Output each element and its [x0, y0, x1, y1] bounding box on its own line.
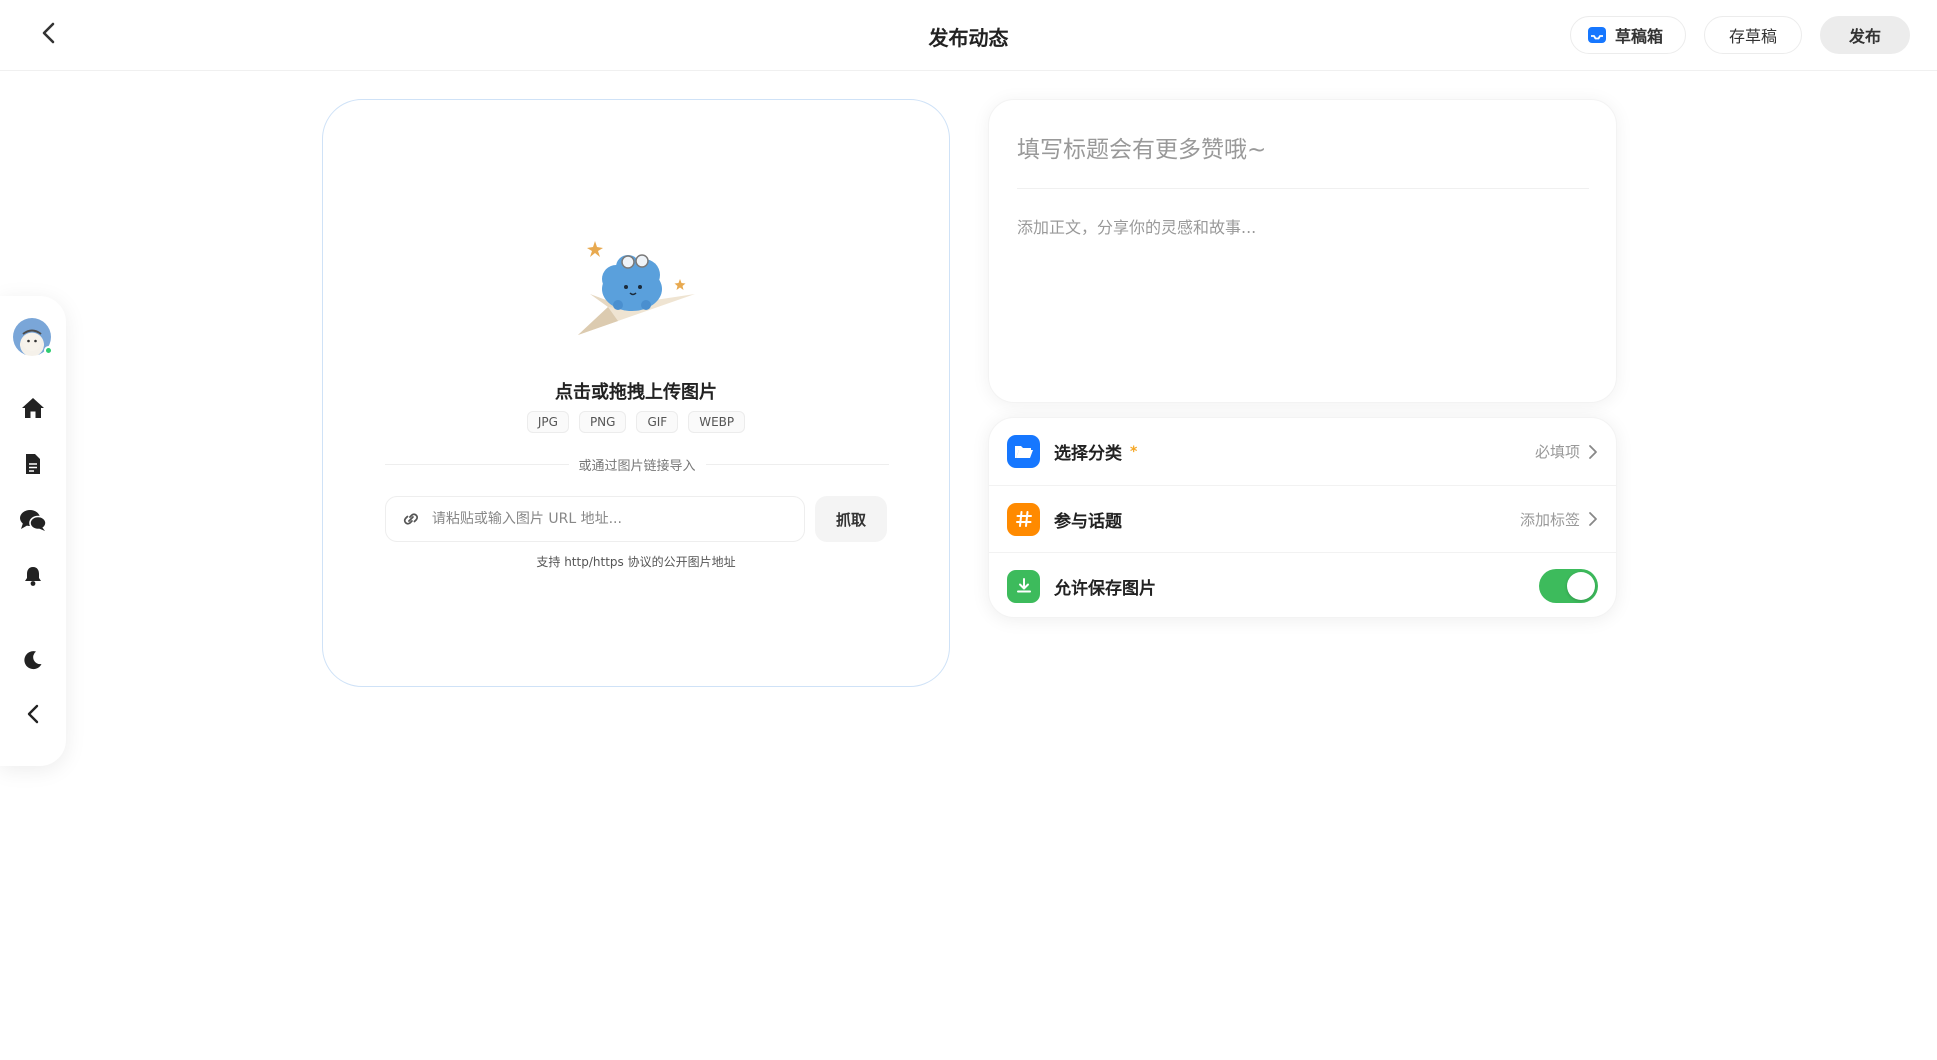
divider-line: [385, 464, 569, 465]
paper-plane-cloud-mascot-icon: [578, 241, 695, 335]
url-import-row: 抓取: [385, 496, 887, 542]
format-badge: PNG: [578, 411, 627, 433]
drafts-label: 草稿箱: [1614, 27, 1663, 46]
sidebar: [0, 296, 66, 766]
url-hint: 支持 http/https 协议的公开图片地址: [536, 555, 736, 569]
sidebar-item-home[interactable]: [13, 388, 53, 428]
download-icon: [1007, 569, 1040, 603]
supported-formats: JPG PNG GIF WEBP: [323, 411, 949, 433]
category-placeholder: 必填项: [1534, 443, 1580, 461]
format-badge: WEBP: [688, 411, 746, 433]
sidebar-item-document[interactable]: [13, 444, 53, 484]
allow-save-image-row: 允许保存图片: [989, 552, 1616, 617]
bell-icon: [25, 567, 41, 586]
home-icon: [22, 398, 44, 418]
editor-divider: [1017, 188, 1589, 189]
category-value: 必填项: [1535, 441, 1598, 462]
join-topic-row[interactable]: 参与话题 添加标签: [989, 485, 1616, 552]
sidebar-item-collapse[interactable]: [13, 694, 53, 734]
chevron-left-icon: [27, 704, 39, 724]
link-icon: [403, 513, 418, 525]
allow-save-image-toggle[interactable]: [1539, 569, 1598, 603]
save-draft-button[interactable]: 存草稿: [1703, 16, 1802, 54]
format-badge: JPG: [526, 411, 569, 433]
divider-line: [705, 464, 890, 465]
select-category-row[interactable]: 选择分类 * 必填项: [989, 418, 1616, 485]
chat-icon: [20, 510, 47, 531]
post-options-card: 选择分类 * 必填项 参与话题 添加标签 允许保存图片: [988, 417, 1617, 618]
publish-button[interactable]: 发布: [1819, 16, 1910, 54]
hashtag-icon: [1007, 502, 1040, 536]
topic-label: 参与话题: [1054, 511, 1122, 532]
folder-icon: [1007, 435, 1040, 468]
image-url-field[interactable]: [385, 496, 805, 542]
category-label: 选择分类: [1054, 444, 1122, 464]
url-import-divider: 或通过图片链接导入: [385, 455, 890, 474]
inbox-icon: [1587, 27, 1606, 43]
moon-icon: [24, 651, 42, 670]
document-icon: [26, 454, 40, 474]
avatar[interactable]: [13, 318, 53, 356]
topic-value: 添加标签: [1520, 509, 1598, 530]
image-upload-dropzone[interactable]: 点击或拖拽上传图片 JPG PNG GIF WEBP 或通过图片链接导入 抓取 …: [322, 99, 950, 687]
save-image-label: 允许保存图片: [1054, 578, 1156, 599]
topic-placeholder: 添加标签: [1519, 510, 1580, 529]
drafts-button[interactable]: 草稿箱: [1569, 16, 1686, 54]
chevron-right-icon: [1589, 444, 1597, 459]
post-editor-card: [988, 99, 1617, 403]
top-bar: 发布动态 草稿箱 存草稿 发布: [0, 0, 1937, 71]
top-actions: 草稿箱 存草稿 发布: [1569, 16, 1910, 54]
image-url-input[interactable]: [431, 511, 790, 527]
upload-title: 点击或拖拽上传图片: [555, 382, 717, 403]
sidebar-item-messages[interactable]: [13, 500, 53, 540]
divider-text: 或通过图片链接导入: [578, 459, 696, 474]
chevron-right-icon: [1589, 512, 1597, 526]
fetch-image-button[interactable]: 抓取: [815, 496, 887, 542]
sidebar-item-theme[interactable]: [13, 640, 53, 680]
format-badge: GIF: [636, 411, 679, 433]
online-status-dot: [44, 346, 53, 355]
toggle-knob: [1567, 572, 1595, 600]
post-body-textarea[interactable]: [1017, 214, 1589, 384]
required-mark: *: [1130, 443, 1138, 460]
post-title-input[interactable]: [1017, 130, 1589, 170]
sidebar-item-notifications[interactable]: [13, 556, 53, 596]
